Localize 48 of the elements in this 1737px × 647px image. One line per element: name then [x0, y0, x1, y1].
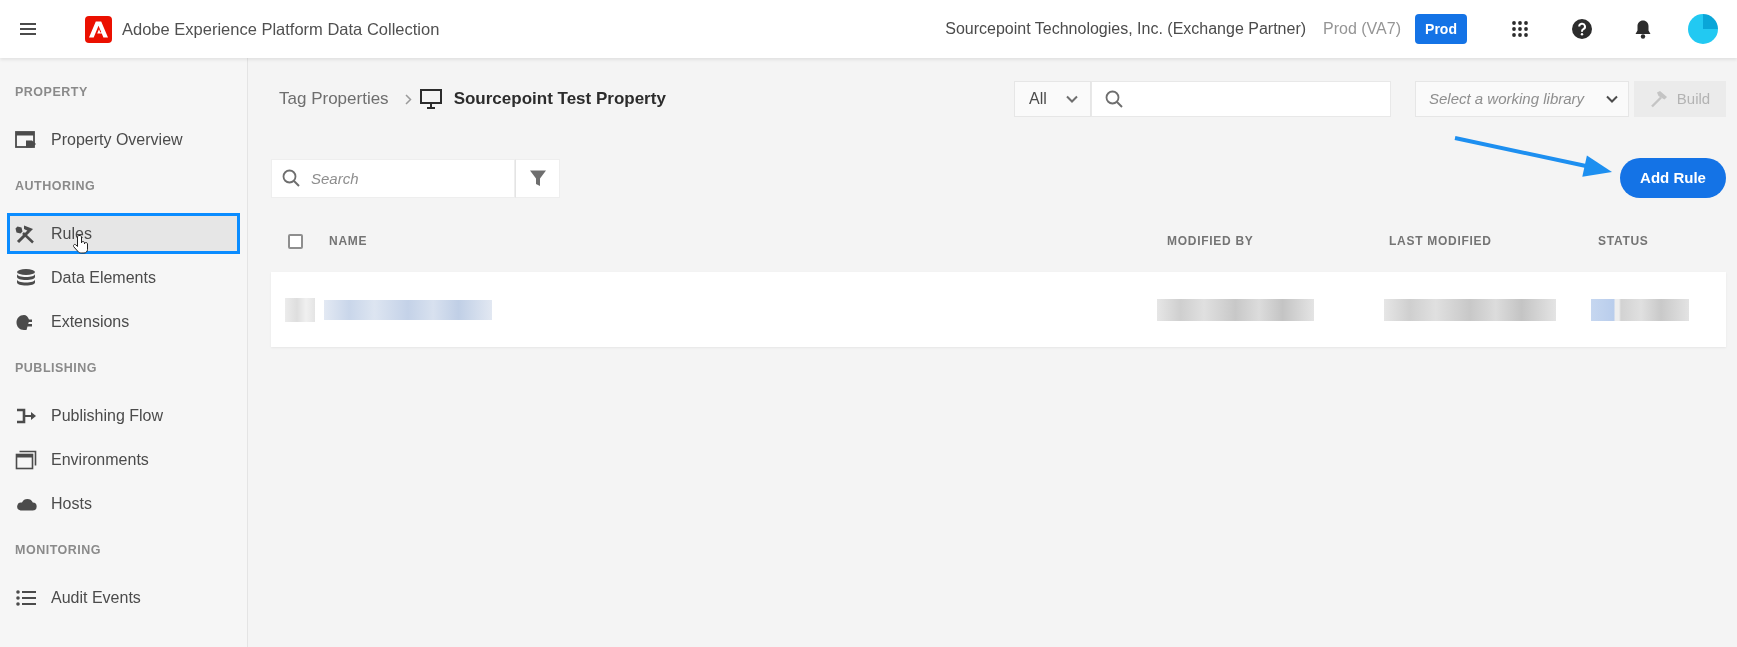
section-heading: PUBLISHING	[14, 360, 99, 378]
hammer-icon	[1649, 90, 1668, 108]
column-header: MODIFIED BY	[1167, 233, 1255, 250]
notification-bell-icon[interactable]	[1634, 19, 1652, 39]
menu-icon[interactable]	[20, 23, 36, 35]
chevron-down-icon	[1066, 95, 1078, 103]
monitor-icon	[419, 89, 442, 109]
chevron-down-icon	[1606, 95, 1618, 103]
page-title: Sourcepoint Test Property	[453, 88, 666, 111]
browser-window-icon	[15, 129, 37, 150]
sidebar-item[interactable]: Property Overview	[7, 119, 240, 160]
app-title: Adobe Experience Platform Data Collection	[122, 18, 440, 40]
environment-label: Prod (VA7)	[1323, 19, 1401, 39]
blurred-block	[285, 297, 315, 322]
sidebar-item[interactable]: Environments	[7, 439, 240, 480]
help-icon[interactable]	[1572, 19, 1592, 39]
section-heading: MONITORING	[14, 542, 103, 560]
sidebar-item[interactable]: Publishing Flow	[7, 395, 240, 436]
column-header: NAME	[329, 233, 369, 250]
app-grid-icon[interactable]	[1511, 20, 1529, 38]
app-logo-icon[interactable]	[85, 15, 112, 43]
search-field[interactable]: Search	[271, 158, 515, 198]
search-icon	[282, 169, 300, 187]
select-all-checkbox[interactable]	[288, 233, 303, 249]
database-icon	[15, 267, 37, 288]
search-field[interactable]	[1091, 81, 1391, 117]
sidebar-item[interactable]: Audit Events	[7, 577, 240, 618]
column-header: STATUS	[1598, 233, 1650, 250]
environment-button[interactable]: Prod	[1415, 14, 1467, 44]
scope-dropdown[interactable]: All	[1014, 81, 1091, 117]
stacked-windows-icon	[15, 449, 37, 470]
section-heading: PROPERTY	[14, 84, 89, 102]
breadcrumb-link[interactable]: Tag Properties	[279, 86, 389, 112]
section-heading: AUTHORING	[14, 178, 97, 196]
user-avatar[interactable]	[1688, 14, 1718, 44]
filter-button[interactable]	[515, 158, 560, 198]
sidebar-item[interactable]: Rules	[7, 213, 240, 254]
column-header: LAST MODIFIED	[1389, 233, 1493, 250]
sidebar-item[interactable]: Extensions	[7, 301, 240, 342]
search-icon	[1105, 90, 1123, 108]
filter-icon	[528, 169, 547, 187]
add-rule-button[interactable]: Add Rule	[1620, 158, 1726, 198]
sidebar-item[interactable]: Hosts	[7, 483, 240, 524]
sidebar-item[interactable]: Data Elements	[7, 257, 240, 298]
organization-name[interactable]: Sourcepoint Technologies, Inc. (Exchange Partner)	[945, 17, 1307, 41]
tools-icon	[15, 223, 37, 244]
chevron-right-icon	[404, 93, 412, 105]
list-icon	[15, 587, 37, 608]
